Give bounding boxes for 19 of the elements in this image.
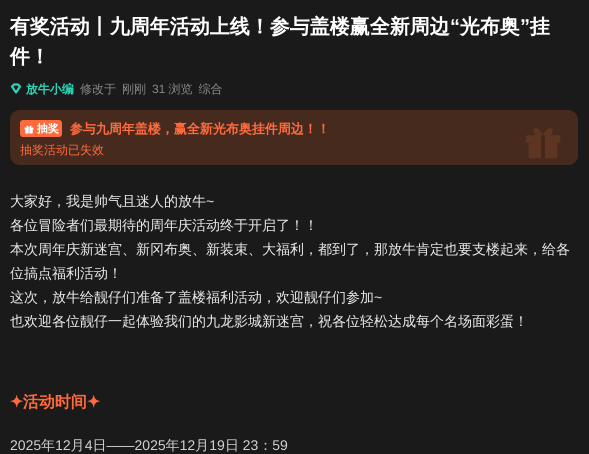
body-paragraph: 各位冒险者们最期待的周年庆活动终于开启了！！ bbox=[10, 216, 319, 235]
modified-label: 修改于 bbox=[80, 81, 116, 98]
body-paragraph: 大家好，我是帅气且迷人的放牛~ bbox=[10, 192, 216, 211]
lottery-headline: 参与九周年盖楼，赢全新光布奥挂件周边！！ bbox=[70, 120, 330, 138]
category-label: 综合 bbox=[198, 81, 223, 98]
gift-icon bbox=[23, 122, 35, 135]
event-time: 2025年12月4日——2025年12月19日 23：59 bbox=[10, 436, 289, 454]
lottery-badge: 抽奖 bbox=[20, 120, 62, 138]
author-link[interactable]: 放牛小编 bbox=[26, 80, 74, 98]
modified-time: 刚刚 bbox=[122, 81, 146, 98]
section-heading: ✦活动时间✦ bbox=[10, 392, 101, 413]
diamond-icon bbox=[10, 83, 22, 95]
post-title: 有奖活动丨九周年活动上线！参与盖楼赢全新周边“光布奥”挂件！ bbox=[10, 14, 551, 70]
body-paragraph: 也欢迎各位靓仔一起体验我们的九龙影城新迷宫，祝各位轻松达成每个名场面彩蛋！ bbox=[10, 312, 529, 331]
body-paragraph: 本次周年庆新迷宫、新冈布奥、新装束、大福利，都到了，那放牛肯定也要支楼起来，给各位搞点福利活动！ bbox=[10, 240, 570, 283]
body-paragraph: 这次，放牛给靓仔们准备了盖楼福利活动，欢迎靓仔们参加~ bbox=[10, 288, 384, 307]
lottery-status: 抽奖活动已失效 bbox=[20, 142, 105, 158]
lottery-card[interactable]: 抽奖 参与九周年盖楼，赢全新光布奥挂件周边！！ 抽奖活动已失效 bbox=[10, 110, 578, 165]
view-count: 31 浏览 bbox=[152, 81, 193, 98]
